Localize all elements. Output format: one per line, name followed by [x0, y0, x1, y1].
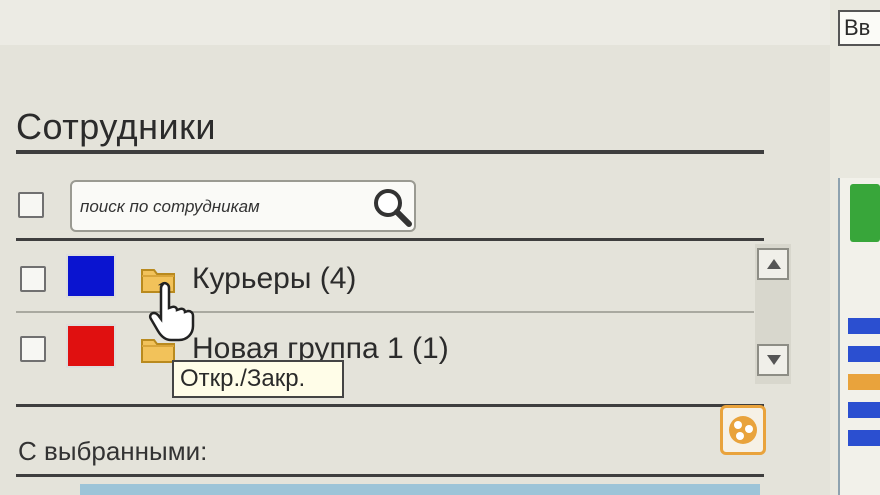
- group-list: Курьеры (4) Новая группа 1 (1): [16, 244, 754, 384]
- scroll-up-button[interactable]: [757, 248, 789, 280]
- group-checkbox[interactable]: [20, 266, 46, 292]
- group-row-couriers[interactable]: Курьеры (4): [16, 244, 754, 313]
- select-all-checkbox[interactable]: [18, 192, 44, 218]
- group-checkbox[interactable]: [20, 336, 46, 362]
- title-divider: [16, 150, 764, 154]
- page-title: Сотрудники: [16, 106, 216, 147]
- share-action-icon: [729, 416, 757, 444]
- scroll-up-icon: [767, 259, 781, 269]
- hand-cursor-icon: [148, 281, 195, 342]
- list-scrollbar[interactable]: [755, 244, 791, 384]
- legend-row: [848, 430, 880, 446]
- legend-row: [848, 318, 880, 334]
- search-input[interactable]: [80, 194, 362, 220]
- bottom-bar: [80, 484, 760, 495]
- top-right-button[interactable]: Вв: [838, 10, 880, 46]
- top-strip: [0, 0, 830, 45]
- scroll-down-button[interactable]: [757, 344, 789, 376]
- green-button[interactable]: [850, 184, 880, 242]
- search-icon[interactable]: [370, 185, 414, 229]
- group-row-new-group-1[interactable]: Новая группа 1 (1): [16, 314, 754, 376]
- legend-row: [848, 346, 880, 362]
- legend-row: [848, 402, 880, 418]
- group-color-swatch: [66, 254, 116, 298]
- toggle-tooltip: Откр./Закр.: [172, 360, 344, 398]
- legend-row: [848, 374, 880, 390]
- footer-divider: [16, 474, 764, 477]
- list-divider: [16, 404, 764, 407]
- group-label: Курьеры (4): [192, 262, 357, 295]
- with-selected-label: С выбранными:: [18, 436, 208, 466]
- group-color-swatch: [66, 324, 116, 368]
- right-side-panel: [838, 178, 880, 495]
- row-divider: [16, 311, 754, 313]
- share-action-button[interactable]: [720, 405, 766, 455]
- search-box: [70, 180, 416, 232]
- scroll-down-icon: [767, 355, 781, 365]
- search-divider: [16, 238, 764, 241]
